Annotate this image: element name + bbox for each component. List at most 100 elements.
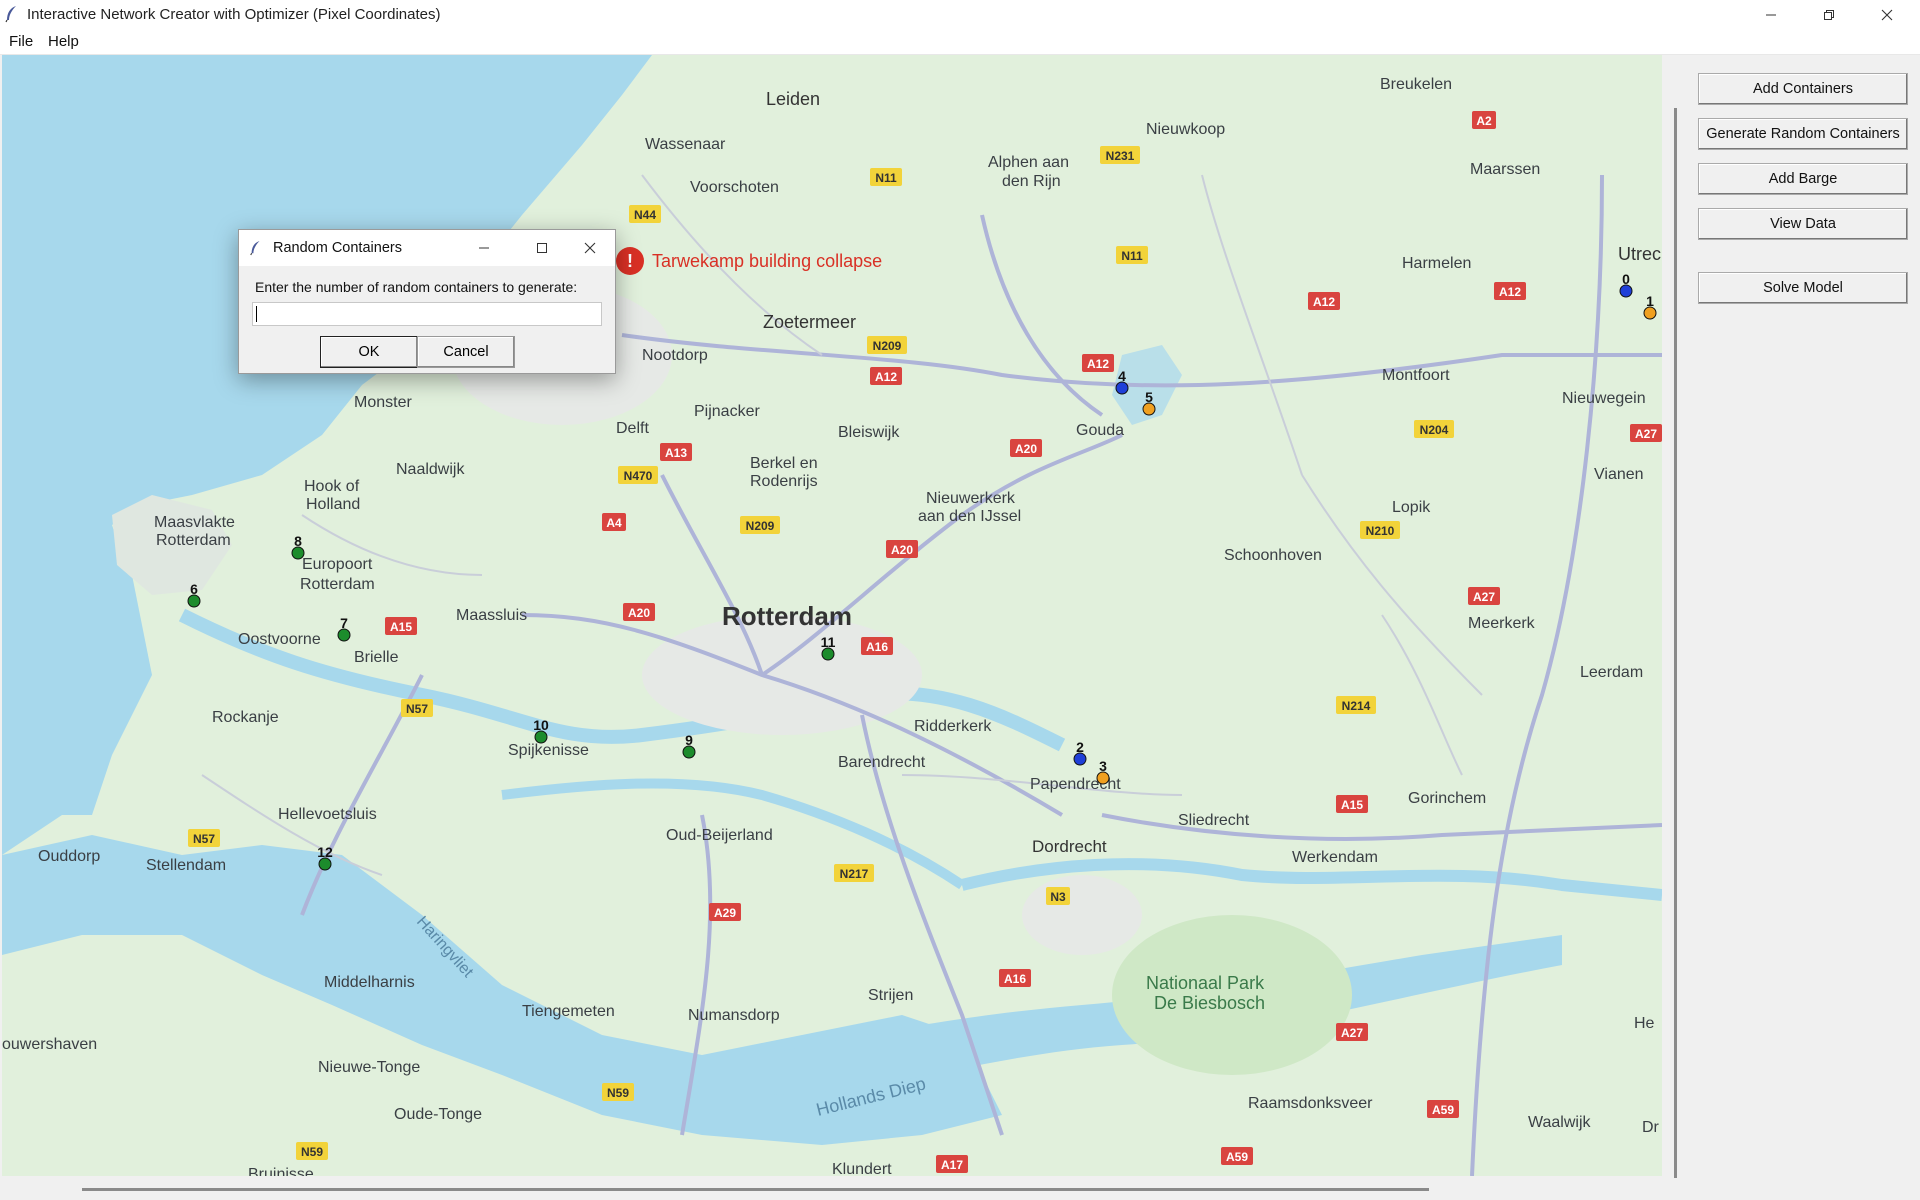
place-hook-1: Hook of — [304, 478, 360, 495]
road-badge-n59: N59 — [602, 1083, 634, 1101]
dialog-maximize-button[interactable] — [519, 230, 565, 266]
place-nieuwkoop: Nieuwkoop — [1146, 121, 1225, 138]
add-containers-button[interactable]: Add Containers — [1698, 73, 1908, 105]
close-button[interactable] — [1858, 0, 1916, 29]
place-oude-tonge: Oude-Tonge — [394, 1106, 482, 1123]
svg-text:N204: N204 — [1420, 423, 1449, 437]
svg-text:10: 10 — [533, 717, 549, 733]
text-caret — [256, 306, 257, 322]
feather-icon — [250, 241, 260, 256]
svg-text:11: 11 — [821, 634, 836, 650]
place-europoort-2: Rotterdam — [300, 576, 375, 593]
view-data-button[interactable]: View Data — [1698, 208, 1908, 240]
svg-text:A15: A15 — [390, 620, 412, 634]
svg-text:A27: A27 — [1473, 590, 1495, 604]
restore-button[interactable] — [1800, 0, 1858, 29]
road-badge-n214: N214 — [1336, 696, 1376, 714]
place-gorinchem: Gorinchem — [1408, 790, 1486, 807]
place-bleiswijk: Bleiswijk — [838, 424, 900, 441]
dialog-minimize-button[interactable] — [461, 230, 507, 266]
place-utrecht: Utrec — [1618, 244, 1661, 264]
place-sliedrecht: Sliedrecht — [1178, 812, 1250, 829]
svg-text:5: 5 — [1145, 389, 1153, 405]
place-nootdorp: Nootdorp — [642, 347, 708, 364]
random-containers-dialog[interactable]: Random Containers Enter the number of ra… — [238, 229, 616, 374]
road-badge-a16: A16 — [861, 637, 893, 655]
road-badge-a59: A59 — [1221, 1147, 1253, 1165]
place-tiengemeten: Tiengemeten — [522, 1003, 615, 1020]
road-badge-a27: A27 — [1336, 1023, 1368, 1041]
svg-text:N59: N59 — [301, 1145, 323, 1159]
road-badge-a59: A59 — [1427, 1100, 1459, 1118]
dialog-close-button[interactable] — [567, 230, 613, 266]
svg-text:7: 7 — [340, 615, 348, 631]
svg-text:A12: A12 — [1087, 357, 1109, 371]
maximize-icon — [537, 243, 547, 253]
road-badge-a17: A17 — [936, 1155, 968, 1173]
road-badge-a20: A20 — [1010, 439, 1042, 457]
svg-text:N214: N214 — [1342, 699, 1371, 713]
window-titlebar[interactable]: Interactive Network Creator with Optimiz… — [0, 0, 1920, 29]
horizontal-scrollbar[interactable] — [82, 1188, 1429, 1191]
road-badge-a13: A13 — [660, 443, 692, 461]
place-breukelen: Breukelen — [1380, 76, 1452, 93]
place-nieuwe-tonge: Nieuwe-Tonge — [318, 1059, 420, 1076]
container-count-input[interactable] — [252, 302, 602, 326]
map-svg[interactable]: ! Tarwekamp building collapse Leiden Was… — [2, 55, 1662, 1176]
place-ouddorp: Ouddorp — [38, 848, 100, 865]
container-marker-11[interactable]: 11 — [821, 634, 836, 661]
area-dordrecht — [1022, 875, 1142, 955]
container-marker-12[interactable]: 12 — [317, 844, 333, 871]
map-canvas[interactable]: ! Tarwekamp building collapse Leiden Was… — [2, 55, 1662, 1176]
place-alphen-2: den Rijn — [1002, 173, 1061, 190]
svg-text:N57: N57 — [193, 832, 215, 846]
svg-text:A16: A16 — [1004, 972, 1026, 986]
menu-file[interactable]: File — [9, 33, 33, 50]
dialog-titlebar[interactable]: Random Containers — [239, 230, 615, 266]
place-nieuwerkerk-1: Nieuwerkerk — [926, 490, 1016, 507]
minimize-button[interactable] — [1742, 0, 1800, 29]
svg-text:A29: A29 — [714, 906, 736, 920]
menu-help[interactable]: Help — [48, 33, 79, 50]
ok-button[interactable]: OK — [320, 336, 418, 368]
place-europoort-1: Europoort — [302, 556, 373, 573]
road-badge-a4: A4 — [602, 513, 626, 531]
cancel-button[interactable]: Cancel — [417, 336, 515, 368]
generate-random-containers-button[interactable]: Generate Random Containers — [1698, 118, 1908, 150]
close-icon — [1881, 9, 1893, 20]
svg-text:A17: A17 — [941, 1158, 963, 1172]
svg-text:A20: A20 — [891, 543, 913, 557]
svg-text:N3: N3 — [1050, 890, 1066, 904]
road-badge-n231: N231 — [1100, 146, 1140, 164]
road-badge-a16: A16 — [999, 969, 1031, 987]
svg-text:A59: A59 — [1226, 1150, 1248, 1164]
close-icon — [584, 242, 596, 254]
svg-text:N209: N209 — [746, 519, 775, 533]
place-he: He — [1634, 1015, 1655, 1032]
road-badge-a27: A27 — [1630, 424, 1662, 442]
incident-label[interactable]: Tarwekamp building collapse — [652, 251, 882, 271]
road-badge-a12: A12 — [1308, 292, 1340, 310]
container-marker-10[interactable]: 10 — [533, 717, 549, 744]
place-strijen: Strijen — [868, 987, 913, 1004]
place-barendrecht: Barendrecht — [838, 754, 926, 771]
add-barge-button[interactable]: Add Barge — [1698, 163, 1908, 195]
svg-text:A16: A16 — [866, 640, 888, 654]
place-werkendam: Werkendam — [1292, 849, 1378, 866]
svg-text:N11: N11 — [875, 171, 897, 185]
place-maasvlakte-2: Rotterdam — [156, 532, 231, 549]
svg-text:A20: A20 — [1015, 442, 1037, 456]
vertical-scrollbar[interactable] — [1674, 108, 1677, 1178]
svg-text:A4: A4 — [606, 516, 622, 530]
place-rockanje: Rockanje — [212, 709, 279, 726]
solve-model-button[interactable]: Solve Model — [1698, 272, 1908, 304]
place-dr: Dr — [1642, 1119, 1660, 1136]
svg-text:A12: A12 — [875, 370, 897, 384]
road-badge-n44: N44 — [629, 205, 661, 223]
place-harmelen: Harmelen — [1402, 255, 1471, 272]
svg-text:A27: A27 — [1635, 427, 1657, 441]
place-maassluis: Maassluis — [456, 607, 527, 624]
place-middelharnis: Middelharnis — [324, 974, 415, 991]
road-badge-n57: N57 — [401, 699, 433, 717]
place-waalwijk: Waalwijk — [1528, 1114, 1592, 1131]
